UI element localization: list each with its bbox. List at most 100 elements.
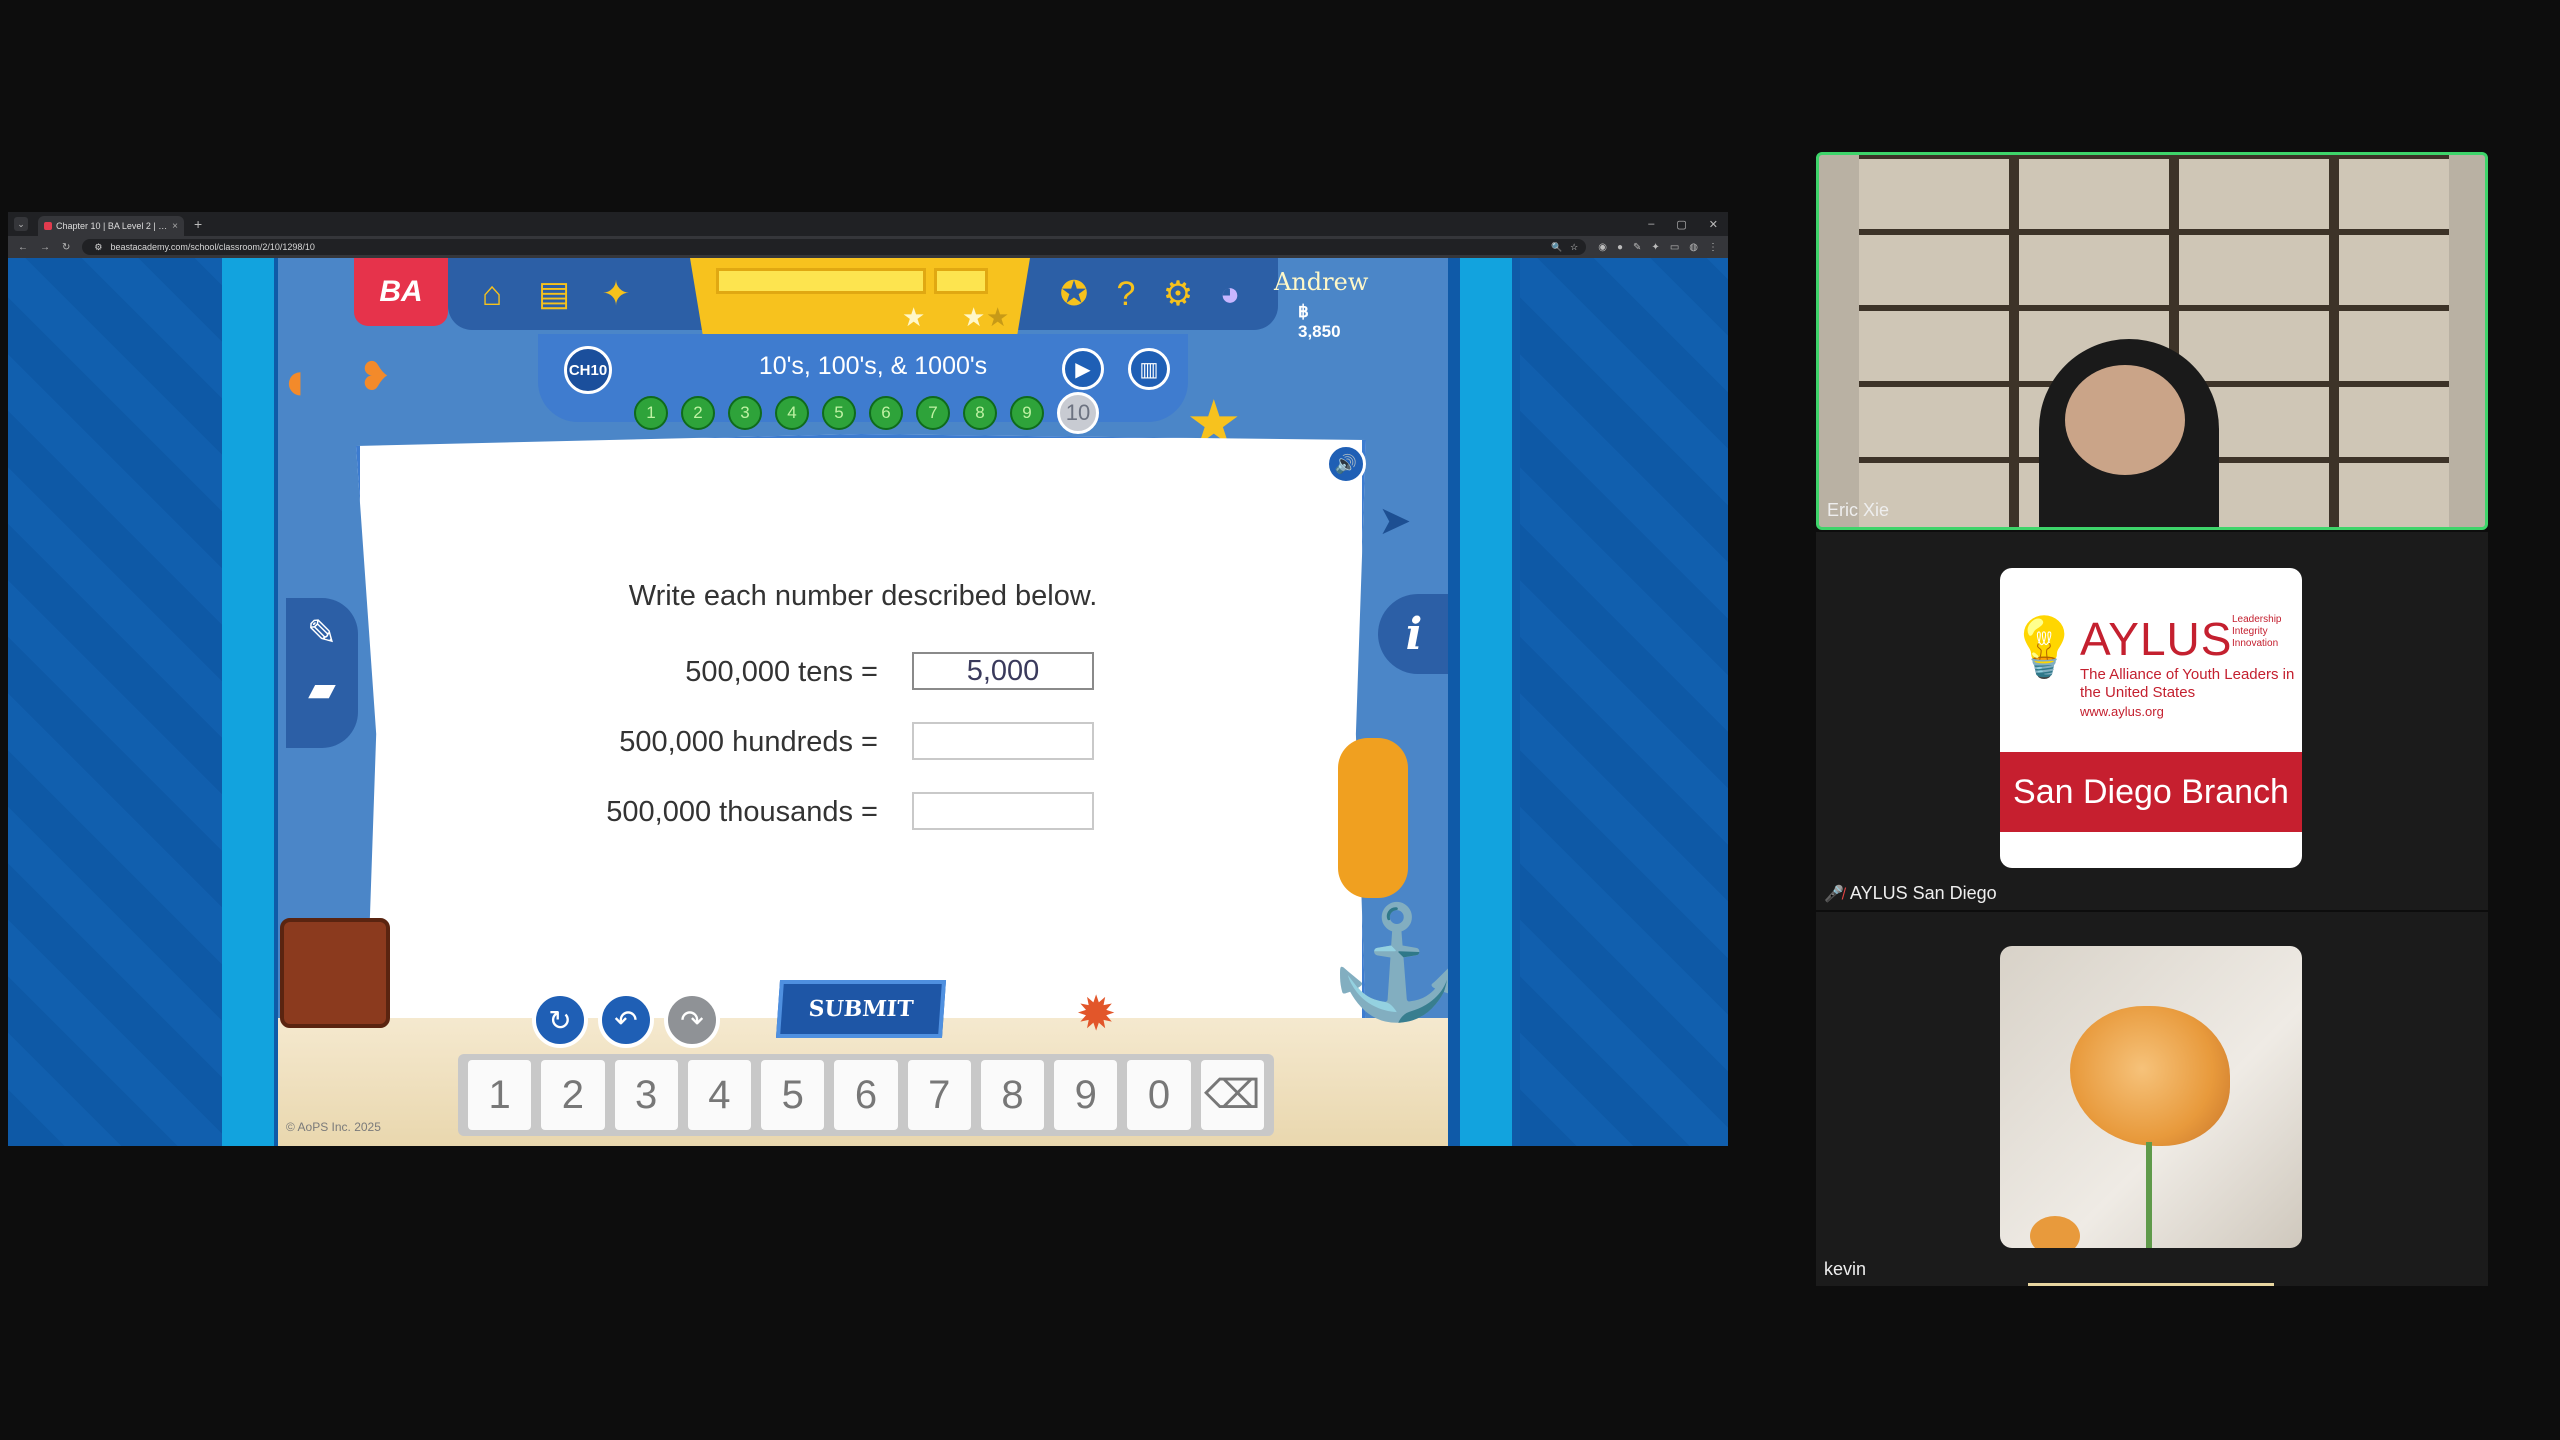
treasure-chest-icon (280, 918, 390, 1028)
key-9[interactable]: 9 (1054, 1060, 1118, 1130)
chapter-badge[interactable]: CH10 (564, 346, 612, 394)
zoom-icon[interactable]: 🔍 (1551, 242, 1562, 253)
key-3[interactable]: 3 (614, 1060, 678, 1130)
reset-button[interactable]: ↻ (532, 992, 588, 1048)
question-label: 500,000 thousands = (606, 796, 878, 828)
forward-icon[interactable]: → (40, 242, 50, 253)
star-icon: ★ (962, 302, 986, 332)
speaker-icon[interactable]: 🔊 (1326, 444, 1366, 484)
back-icon[interactable]: ← (18, 242, 28, 253)
side-stripe-right (1460, 258, 1512, 1146)
user-name[interactable]: Andrew (1274, 268, 1368, 296)
level-dot[interactable]: 8 (963, 396, 997, 430)
extension-icon[interactable]: ✎ (1633, 242, 1641, 253)
maximize-button[interactable]: ▢ (1676, 218, 1686, 231)
side-stripe-left (222, 258, 274, 1146)
microphone-muted-icon: 🎤̸ (1824, 885, 1844, 903)
avatar-icon[interactable]: ◕ (1210, 274, 1250, 314)
reload-icon[interactable]: ↻ (62, 242, 70, 253)
info-button[interactable]: i (1378, 594, 1448, 674)
level-dot-current[interactable]: 10 (1057, 392, 1099, 434)
profile-icon[interactable]: ◍ (1689, 242, 1698, 253)
level-dot[interactable]: 9 (1010, 396, 1044, 430)
key-5[interactable]: 5 (761, 1060, 825, 1130)
submit-button[interactable]: SUBMIT (775, 980, 947, 1038)
extension-icon[interactable]: ◉ (1598, 242, 1607, 253)
background-pattern-right (1520, 258, 1728, 1146)
address-bar-row: ← → ↻ ⚙ beastacademy.com/school/classroo… (8, 236, 1728, 258)
web-page: BA ⌂ ▤ ✦ ★ ★ ★ ✪ ? ⚙ ◕ Andrew ฿ 3,850 CH… (8, 258, 1728, 1146)
close-tab-icon[interactable]: × (172, 221, 178, 232)
extension-icon[interactable]: ● (1617, 242, 1623, 253)
redo-button[interactable]: ↷ (664, 992, 720, 1048)
site-info-icon[interactable]: ⚙ (94, 242, 102, 253)
eraser-icon[interactable]: ▰ (286, 668, 358, 710)
menu-kebab-icon[interactable]: ⋮ (1708, 242, 1718, 253)
level-dot[interactable]: 7 (916, 396, 950, 430)
level-dot[interactable]: 2 (681, 396, 715, 430)
book-icon[interactable]: ▤ (534, 274, 574, 314)
answer-input-3[interactable] (912, 792, 1094, 830)
flower-stem (2146, 1142, 2152, 1248)
new-tab-button[interactable]: + (194, 216, 202, 232)
pencil-icon[interactable]: ✎ (286, 612, 358, 654)
award-ribbon-icon[interactable]: ✪ (1054, 274, 1094, 314)
level-dot[interactable]: 3 (728, 396, 762, 430)
aylus-branch: San Diego Branch (2000, 752, 2302, 832)
answer-input-1[interactable] (912, 652, 1094, 690)
tab-list-icon[interactable]: ⌄ (14, 217, 28, 231)
help-icon[interactable]: ? (1106, 274, 1146, 314)
play-video-button[interactable]: ▶ (1062, 348, 1104, 390)
extensions-puzzle-icon[interactable]: ✦ (1651, 242, 1659, 253)
aylus-logo-card: 💡 AYLUS Leadership Integrity Innovation … (2000, 568, 2302, 868)
key-4[interactable]: 4 (687, 1060, 752, 1130)
participant-tile-aylus[interactable]: 💡 AYLUS Leadership Integrity Innovation … (1816, 532, 2488, 910)
settings-gear-icon[interactable]: ⚙ (1158, 274, 1198, 314)
top-nav: BA ⌂ ▤ ✦ ★ ★ ★ ✪ ? ⚙ ◕ Andrew ฿ 3,850 (354, 258, 1368, 341)
level-dot[interactable]: 1 (634, 396, 668, 430)
question-row: 500,000 thousands = (278, 792, 1448, 832)
level-dot[interactable]: 6 (869, 396, 903, 430)
tab-search-icon[interactable]: ▭ (1670, 242, 1679, 253)
url-field[interactable]: ⚙ beastacademy.com/school/classroom/2/10… (82, 239, 1587, 255)
flower-bud (2030, 1216, 2080, 1248)
fish-decoration-icon: ❥ (358, 355, 392, 399)
key-0[interactable]: 0 (1127, 1060, 1191, 1130)
bookmark-star-icon[interactable]: ☆ (1570, 242, 1586, 253)
close-window-button[interactable]: ✕ (1709, 218, 1718, 231)
person-face (2065, 365, 2185, 475)
guide-book-button[interactable]: ▥ (1128, 348, 1170, 390)
level-dot[interactable]: 4 (775, 396, 809, 430)
favicon-icon (44, 222, 52, 230)
participant-name: Eric Xie (1827, 500, 1890, 520)
number-keypad: 1 2 3 4 5 6 7 8 9 0 ⌫ (458, 1054, 1274, 1136)
key-1[interactable]: 1 (468, 1060, 532, 1130)
participant-tile-eric[interactable]: Eric Xie (1816, 152, 2488, 530)
aylus-url: www.aylus.org (2080, 704, 2164, 719)
aylus-subtitle: The Alliance of Youth Leaders in the Uni… (2080, 666, 2295, 701)
participant-name: 🎤̸ AYLUS San Diego (1824, 883, 1997, 904)
browser-tab[interactable]: Chapter 10 | BA Level 2 | Classr × (38, 216, 184, 236)
level-dots: 1 2 3 4 5 6 7 8 9 10 (634, 392, 1099, 434)
minimize-button[interactable]: – (1648, 218, 1654, 231)
participant-tile-kevin[interactable]: kevin (1816, 912, 2488, 1286)
key-7[interactable]: 7 (907, 1060, 971, 1130)
level-dot[interactable]: 5 (822, 396, 856, 430)
answer-input-2[interactable] (912, 722, 1094, 760)
key-2[interactable]: 2 (541, 1060, 605, 1130)
video-camera-icon[interactable]: ✦ (596, 274, 636, 314)
home-icon[interactable]: ⌂ (472, 274, 512, 314)
fish-silhouette-icon: ➤ (1378, 499, 1412, 543)
undo-button[interactable]: ↶ (598, 992, 654, 1048)
ba-logo-button[interactable]: BA (354, 258, 448, 326)
coral-decoration (1338, 738, 1408, 898)
backspace-icon[interactable]: ⌫ (1200, 1060, 1264, 1130)
participant-name: kevin (1824, 1259, 1867, 1279)
flower-painting (2070, 1006, 2230, 1146)
background-pattern-left (8, 258, 222, 1146)
question-row: 500,000 hundreds = (278, 722, 1448, 762)
key-6[interactable]: 6 (834, 1060, 898, 1130)
window-controls: – ▢ ✕ (1648, 218, 1728, 231)
coin-balance: ฿ 3,850 (1298, 302, 1341, 341)
key-8[interactable]: 8 (980, 1060, 1045, 1130)
